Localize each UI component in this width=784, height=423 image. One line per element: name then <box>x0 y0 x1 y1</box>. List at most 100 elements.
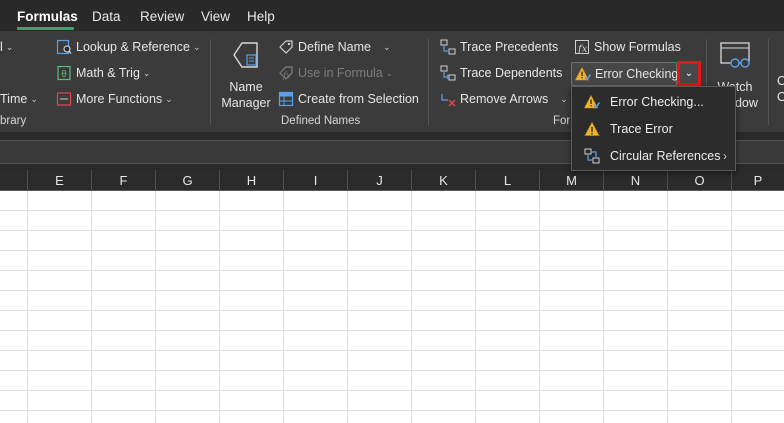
grid-column-line <box>411 191 412 423</box>
show-formulas-label: Show Formulas <box>594 40 681 54</box>
show-formulas-button[interactable]: fx Show Formulas <box>574 37 681 57</box>
date-time-label: Time <box>0 92 28 106</box>
column-header-g[interactable]: G <box>155 170 219 191</box>
grid-column-line <box>27 191 28 423</box>
column-header-e[interactable]: E <box>27 170 91 191</box>
chevron-down-icon: ⌄ <box>142 67 151 78</box>
active-tab-indicator <box>17 27 74 30</box>
group-separator <box>768 39 769 125</box>
use-in-formula-button[interactable]: fx Use in Formula ⌄ <box>278 63 393 83</box>
svg-text:fx: fx <box>282 71 291 80</box>
trace-dependents-label: Trace Dependents <box>460 66 563 80</box>
menu-item-trace-error[interactable]: Trace Error <box>572 116 735 142</box>
circular-references-icon <box>584 148 600 164</box>
column-header-n[interactable]: N <box>603 170 667 191</box>
grid-column-line <box>155 191 156 423</box>
group-separator <box>210 39 211 125</box>
column-header-m[interactable]: M <box>539 170 603 191</box>
grid-column-line <box>283 191 284 423</box>
ribbon-tab-bar: Formulas Data Review View Help <box>0 0 784 31</box>
column-header-f[interactable]: F <box>91 170 155 191</box>
create-from-selection-icon <box>278 91 294 107</box>
chevron-right-icon: › <box>723 149 727 163</box>
date-time-button[interactable]: Time ⌄ <box>0 89 38 109</box>
grid-column-line <box>91 191 92 423</box>
svg-text:θ: θ <box>61 70 67 80</box>
define-name-button[interactable]: Define Name ⌄ <box>278 37 391 57</box>
math-trig-label: Math & Trig <box>76 66 140 80</box>
remove-arrows-label: Remove Arrows <box>460 92 549 106</box>
chevron-down-icon: ⌄ <box>684 67 694 79</box>
menu-item-label: Circular References <box>610 149 721 163</box>
column-header-o[interactable]: O <box>667 170 731 191</box>
math-trig-button[interactable]: θ Math & Trig ⌄ <box>56 63 150 83</box>
svg-text:fx: fx <box>577 44 588 55</box>
name-manager-label-line1: Name <box>229 80 263 94</box>
tab-help[interactable]: Help <box>247 9 275 24</box>
use-in-formula-icon: fx <box>278 65 294 81</box>
grid-column-line <box>731 191 732 423</box>
error-checking-content: Error Checking <box>575 64 678 84</box>
partial-top-label: l <box>0 40 3 54</box>
use-in-formula-label: Use in Formula <box>298 66 383 80</box>
trace-dependents-button[interactable]: Trace Dependents <box>440 63 562 83</box>
tab-formulas[interactable]: Formulas <box>17 9 78 24</box>
error-checking-icon <box>584 94 600 110</box>
lookup-reference-icon <box>56 39 72 55</box>
chevron-down-icon: ⌄ <box>165 93 173 104</box>
grid-column-line <box>475 191 476 423</box>
chevron-down-icon: ⌄ <box>30 93 38 104</box>
chevron-down-icon: ⌄ <box>382 41 391 52</box>
show-formulas-icon: fx <box>574 39 590 55</box>
error-checking-icon <box>575 66 591 82</box>
remove-arrows-button[interactable]: Remove Arrows ⌄ <box>440 89 568 109</box>
grid-column-line <box>667 191 668 423</box>
create-from-selection-button[interactable]: Create from Selection <box>278 89 419 109</box>
grid-column-line <box>219 191 220 423</box>
tab-view[interactable]: View <box>201 9 230 24</box>
name-manager-button[interactable]: Name Manager <box>220 37 272 110</box>
warning-icon <box>584 121 600 137</box>
tab-review[interactable]: Review <box>140 9 184 24</box>
grid-column-line <box>603 191 604 423</box>
lookup-reference-label: Lookup & Reference <box>76 40 190 54</box>
trace-precedents-icon <box>440 39 456 55</box>
name-manager-icon <box>231 39 261 71</box>
column-header-partial[interactable] <box>0 170 27 191</box>
calculation-partial-top: C <box>777 74 784 88</box>
menu-item-label: Trace Error <box>610 122 673 136</box>
column-header-row: E F G H I J K L M N O P <box>0 170 784 191</box>
remove-arrows-icon <box>440 91 456 107</box>
tab-data[interactable]: Data <box>92 9 121 24</box>
function-library-partial-top[interactable]: l ⌄ <box>0 37 13 57</box>
grid-column-line <box>347 191 348 423</box>
create-from-selection-label: Create from Selection <box>298 92 419 106</box>
error-checking-label: Error Checking <box>595 67 679 81</box>
lookup-reference-button[interactable]: Lookup & Reference ⌄ <box>56 37 201 57</box>
trace-dependents-icon <box>440 65 456 81</box>
column-header-k[interactable]: K <box>411 170 475 191</box>
error-checking-dropdown-arrow[interactable]: ⌄ <box>677 61 701 86</box>
chevron-down-icon: ⌄ <box>385 67 394 78</box>
column-header-l[interactable]: L <box>475 170 539 191</box>
trace-precedents-label: Trace Precedents <box>460 40 559 54</box>
function-library-group-label: brary <box>0 115 27 127</box>
menu-item-circular-references[interactable]: Circular References › <box>572 143 735 169</box>
column-header-i[interactable]: I <box>283 170 347 191</box>
column-header-h[interactable]: H <box>219 170 283 191</box>
more-functions-button[interactable]: More Functions ⌄ <box>56 89 173 109</box>
name-manager-label-line2: Manager <box>221 96 271 110</box>
more-functions-icon <box>56 91 72 107</box>
menu-item-error-checking[interactable]: Error Checking... <box>572 89 735 115</box>
error-checking-menu: Error Checking... Trace Error Circular R… <box>571 86 736 171</box>
chevron-down-icon: ⌄ <box>5 41 14 52</box>
column-header-j[interactable]: J <box>347 170 411 191</box>
trace-precedents-button[interactable]: Trace Precedents <box>440 37 558 57</box>
tag-icon <box>278 39 294 55</box>
error-checking-button[interactable]: Error Checking <box>571 62 678 86</box>
watch-window-icon <box>720 41 752 71</box>
group-separator <box>428 39 429 125</box>
calculation-partial-bottom: O <box>777 90 784 104</box>
column-header-p[interactable]: P <box>731 170 784 191</box>
define-name-label: Define Name <box>298 40 371 54</box>
